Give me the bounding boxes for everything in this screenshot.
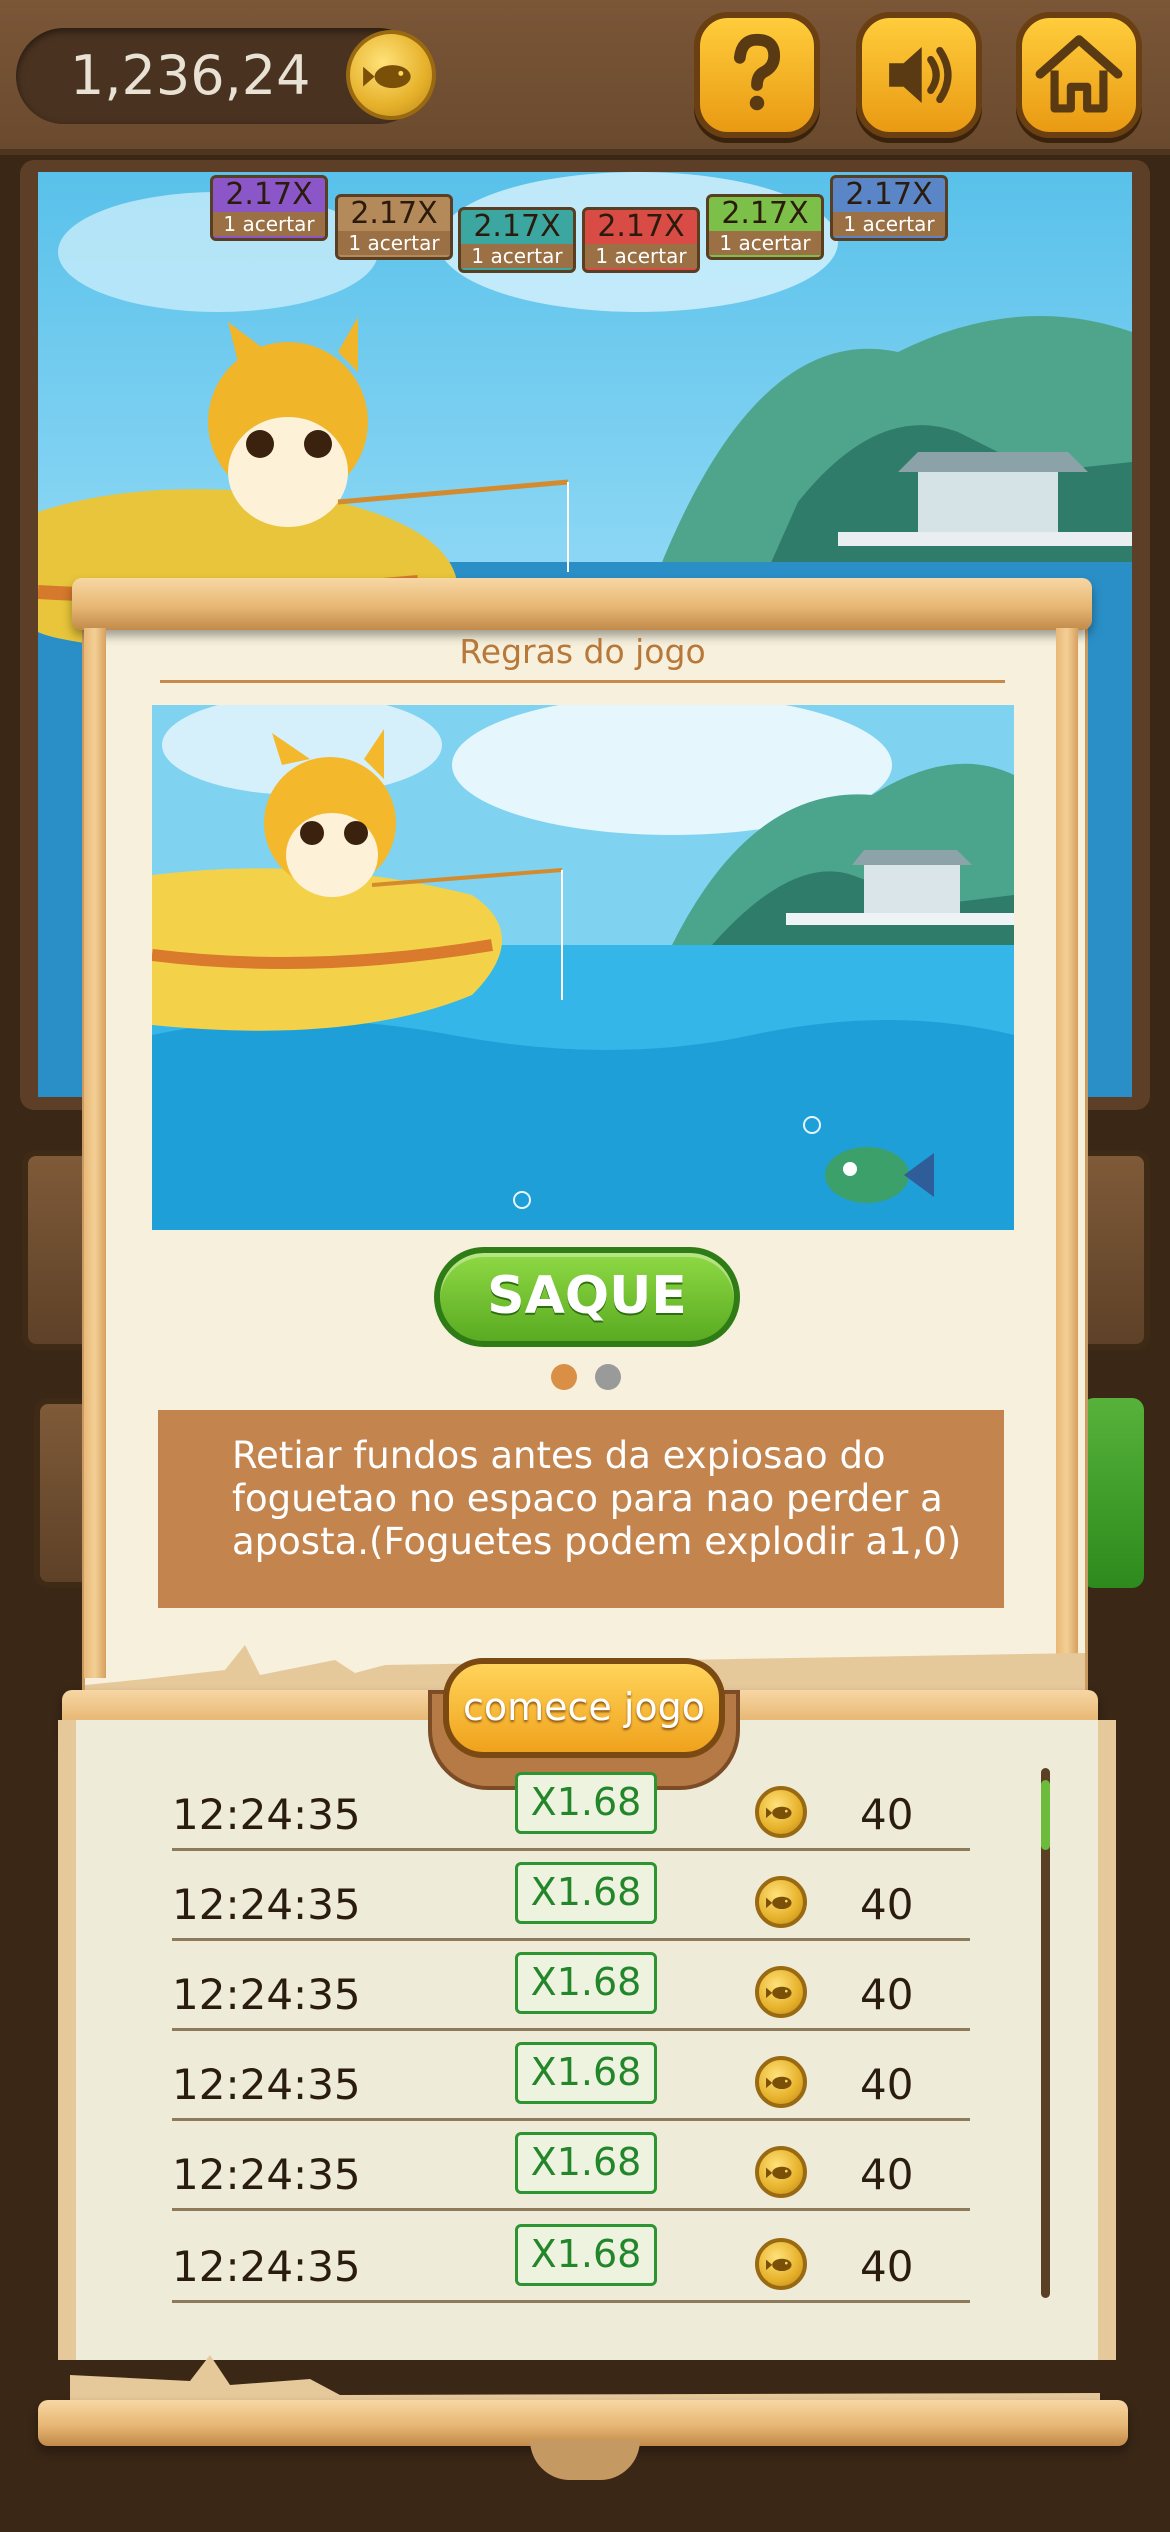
history-time: 12:24:35 (172, 2060, 361, 2109)
rules-title: Regras do jogo (459, 632, 706, 671)
modal-right-rod (1056, 628, 1078, 1678)
speaker-icon (889, 46, 952, 104)
history-amount: 40 (860, 1880, 914, 1929)
row-divider (172, 2118, 970, 2121)
history-multiplier: X1.68 (515, 2132, 657, 2194)
multiplier-value: 2.17X (597, 209, 685, 244)
multiplier-badge: 2.17X 1 acertar (582, 207, 700, 273)
multiplier-value: 2.17X (225, 177, 313, 212)
history-amount: 40 (860, 1970, 914, 2019)
balance-value: 1,236,24 (70, 44, 311, 107)
fish-coin-icon (755, 1786, 807, 1838)
home-icon (1035, 35, 1123, 113)
multiplier-value: 2.17X (721, 196, 809, 231)
multiplier-badge: 2.17X 1 acertar (830, 175, 948, 241)
pager-dot-active[interactable] (551, 1364, 577, 1390)
history-multiplier: X1.68 (515, 1952, 657, 2014)
history-multiplier: X1.68 (515, 1772, 657, 1834)
history-multiplier: X1.68 (515, 1862, 657, 1924)
row-divider (172, 2300, 970, 2303)
multiplier-label: 1 acertar (709, 231, 821, 255)
modal-top-rod (72, 578, 1092, 630)
balance-display: 1,236,24 (16, 28, 436, 124)
rules-description: Retiar fundos antes da expiosao do fogue… (232, 1434, 962, 1563)
multiplier-value: 2.17X (473, 209, 561, 244)
row-divider (172, 2208, 970, 2211)
history-time: 12:24:35 (172, 2150, 361, 2199)
multiplier-badge: 2.17X 1 acertar (210, 175, 328, 241)
multiplier-value: 2.17X (845, 177, 933, 212)
row-divider (172, 1938, 970, 1941)
fish-coin-icon (755, 2238, 807, 2290)
multiplier-label: 1 acertar (461, 244, 573, 268)
history-amount: 40 (860, 2242, 914, 2291)
fish-coin-icon (346, 30, 436, 120)
saque-button[interactable]: SAQUE (434, 1247, 740, 1347)
pager-dot[interactable] (595, 1364, 621, 1390)
start-game-button[interactable]: comece jogo (443, 1658, 725, 1758)
title-divider (160, 680, 1005, 683)
fish-coin-icon (755, 1966, 807, 2018)
rules-illustration (152, 705, 1014, 1230)
multiplier-label: 1 acertar (213, 212, 325, 236)
multiplier-badge: 2.17X 1 acertar (458, 207, 576, 273)
history-time: 12:24:35 (172, 2242, 361, 2291)
history-multiplier: X1.68 (515, 2042, 657, 2104)
multiplier-value: 2.17X (350, 196, 438, 231)
history-time: 12:24:35 (172, 1880, 361, 1929)
bet-button-edge[interactable] (1082, 1398, 1144, 1588)
multiplier-badge: 2.17X 1 acertar (335, 194, 453, 260)
question-icon (733, 33, 781, 111)
sound-button[interactable] (856, 12, 982, 138)
multiplier-badge: 2.17X 1 acertar (706, 194, 824, 260)
fish-coin-icon (755, 2146, 807, 2198)
history-multiplier: X1.68 (515, 2224, 657, 2286)
history-time: 12:24:35 (172, 1970, 361, 2019)
fish-coin-icon (755, 2056, 807, 2108)
history-amount: 40 (860, 1790, 914, 1839)
history-scroll-thumb[interactable] (1041, 1780, 1050, 1850)
fish-coin-icon (755, 1876, 807, 1928)
history-time: 12:24:35 (172, 1790, 361, 1839)
history-amount: 40 (860, 2150, 914, 2199)
modal-left-rod (84, 628, 106, 1678)
history-amount: 40 (860, 2060, 914, 2109)
row-divider (172, 2028, 970, 2031)
multiplier-label: 1 acertar (585, 244, 697, 268)
row-divider (172, 1848, 970, 1851)
home-button[interactable] (1016, 12, 1142, 138)
multiplier-label: 1 acertar (833, 212, 945, 236)
multiplier-label: 1 acertar (338, 231, 450, 255)
help-button[interactable] (694, 12, 820, 138)
board-bottom-tab (530, 2440, 640, 2480)
